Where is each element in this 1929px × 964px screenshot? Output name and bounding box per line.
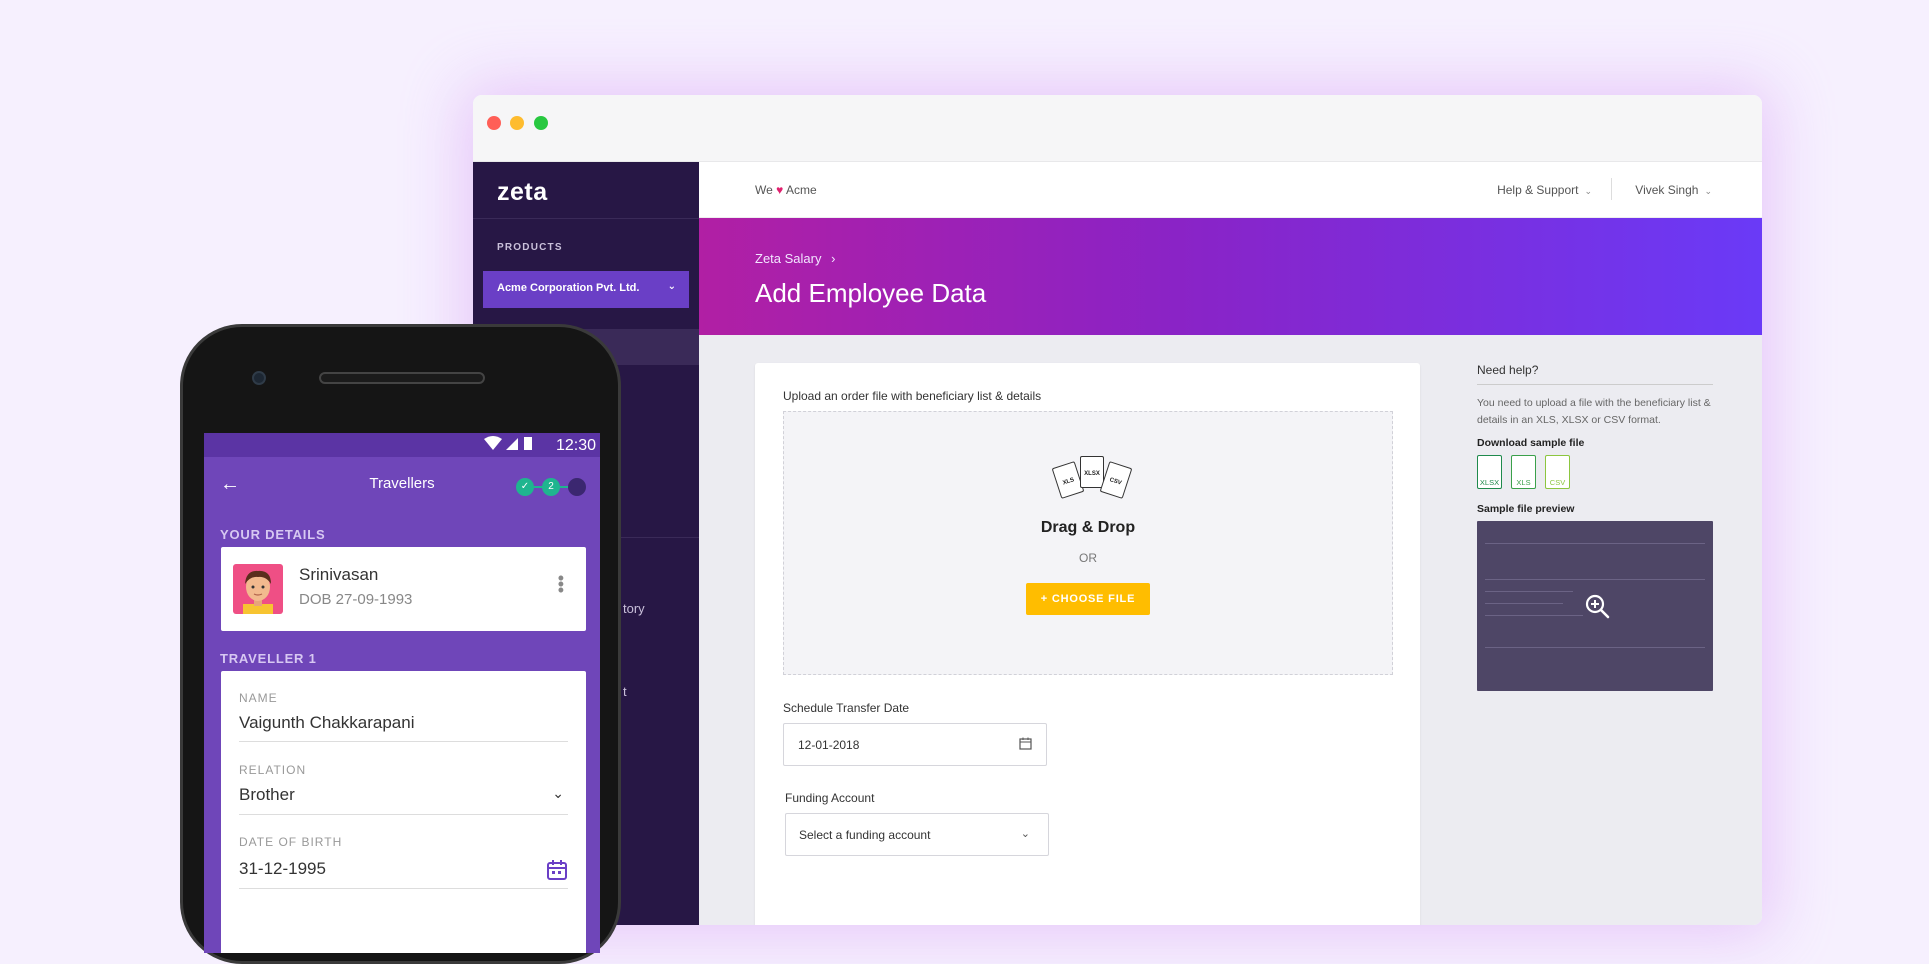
- step-indicator: ✓ 2: [516, 477, 586, 497]
- breadcrumb-item: Zeta Salary: [755, 251, 822, 266]
- csv-sample-download[interactable]: CSV: [1545, 455, 1570, 489]
- help-support-menu[interactable]: Help & Support ⌄: [1497, 183, 1592, 197]
- company-name: Acme Corporation Pvt. Ltd.: [497, 282, 640, 294]
- status-icons: 12:30: [482, 435, 596, 455]
- user-menu[interactable]: Vivek Singh ⌄: [1635, 183, 1712, 197]
- close-window-button[interactable]: [487, 116, 501, 130]
- sidebar-item-partial[interactable]: t: [623, 684, 627, 699]
- step-complete-check-icon: ✓: [516, 478, 534, 496]
- acme-text: Acme: [785, 183, 817, 197]
- company-selector[interactable]: Acme Corporation Pvt. Ltd. ⌄: [483, 271, 689, 308]
- or-text: OR: [1079, 551, 1097, 565]
- download-sample-label: Download sample file: [1477, 437, 1585, 449]
- products-section-label: PRODUCTS: [497, 242, 563, 253]
- front-camera: [252, 371, 266, 385]
- xlsx-file-icon: XLSX: [1080, 456, 1104, 488]
- clock-time: 12:30: [555, 437, 596, 454]
- divider: [239, 814, 568, 815]
- avatar: [233, 564, 283, 614]
- we-text: We: [755, 183, 773, 197]
- schedule-date-field[interactable]: 12-01-2018: [783, 723, 1047, 766]
- more-options-icon[interactable]: • • •: [558, 569, 564, 599]
- xls-sample-download[interactable]: XLS: [1511, 455, 1536, 489]
- funding-account-label: Funding Account: [785, 791, 875, 805]
- zoom-in-icon[interactable]: [1584, 593, 1610, 619]
- minimize-window-button[interactable]: [510, 116, 524, 130]
- divider: [473, 218, 699, 219]
- file-types-icon: XLS XLSX CSV: [1051, 456, 1133, 502]
- main-content: Upload an order file with beneficiary li…: [699, 335, 1762, 925]
- relation-label: RELATION: [239, 763, 307, 777]
- maximize-window-button[interactable]: [534, 116, 548, 130]
- dob-input[interactable]: 31-12-1995: [239, 859, 326, 879]
- chevron-down-icon[interactable]: ⌄: [552, 785, 564, 802]
- traveller-form: NAME Vaigunth Chakkarapani RELATION Brot…: [221, 671, 586, 953]
- schedule-date-value: 12-01-2018: [798, 738, 860, 752]
- file-dropzone[interactable]: XLS XLSX CSV Drag & Drop OR + CHOOSE FIL…: [783, 411, 1393, 675]
- help-panel: Need help? You need to upload a file wit…: [1477, 363, 1713, 691]
- phone-screen: 12:30 ← Travellers ✓ 2 YOUR DETAILS Srin…: [204, 433, 600, 953]
- zeta-logo[interactable]: zeta: [497, 178, 548, 207]
- app-bar: ← Travellers ✓ 2: [204, 457, 600, 513]
- breadcrumb[interactable]: Zeta Salary ›: [755, 251, 835, 266]
- person-card[interactable]: Srinivasan DOB 27-09-1993 • • •: [221, 547, 586, 631]
- traveller-heading: TRAVELLER 1: [220, 651, 317, 666]
- upload-card: Upload an order file with beneficiary li…: [755, 363, 1420, 925]
- help-description: You need to upload a file with the benef…: [1477, 397, 1711, 426]
- name-label: NAME: [239, 691, 278, 705]
- phone-device: 12:30 ← Travellers ✓ 2 YOUR DETAILS Srin…: [180, 324, 621, 964]
- person-name: Srinivasan: [299, 565, 379, 584]
- top-bar: We ♥ Acme Help & Support ⌄ Vivek Singh ⌄: [699, 162, 1762, 218]
- status-bar: 12:30: [204, 433, 600, 457]
- signal-wifi-battery-icon: [483, 436, 532, 450]
- need-help-title: Need help?: [1477, 363, 1713, 385]
- schedule-date-label: Schedule Transfer Date: [783, 701, 910, 715]
- choose-file-button[interactable]: + CHOOSE FILE: [1026, 583, 1150, 615]
- help-support-label: Help & Support: [1497, 183, 1579, 197]
- funding-account-select[interactable]: Select a funding account ⌄: [785, 813, 1049, 856]
- sidebar-item-partial[interactable]: tory: [623, 601, 645, 616]
- title-bar: [473, 95, 1762, 162]
- step-current: 2: [542, 478, 560, 496]
- name-input[interactable]: Vaigunth Chakkarapani: [239, 713, 414, 733]
- page-header: Zeta Salary › Add Employee Data: [699, 218, 1762, 335]
- upload-label: Upload an order file with beneficiary li…: [783, 389, 1042, 403]
- chevron-down-icon: ⌄: [1704, 186, 1712, 196]
- chevron-down-icon: ⌄: [667, 281, 676, 292]
- funding-account-placeholder: Select a funding account: [799, 828, 931, 842]
- calendar-icon[interactable]: [1019, 737, 1032, 750]
- sample-preview-label: Sample file preview: [1477, 503, 1575, 515]
- divider: [1611, 178, 1612, 200]
- person-dob: DOB 27-09-1993: [299, 591, 413, 608]
- xlsx-sample-download[interactable]: XLSX: [1477, 455, 1502, 489]
- dob-label: DATE OF BIRTH: [239, 835, 343, 849]
- we-love-acme: We ♥ Acme: [755, 183, 817, 197]
- browser-window: zeta PRODUCTS Acme Corporation Pvt. Ltd.…: [473, 95, 1762, 925]
- calendar-icon[interactable]: [546, 859, 568, 881]
- chevron-down-icon: ⌄: [1020, 828, 1030, 840]
- phone-speaker: [319, 372, 485, 384]
- csv-file-icon: CSV: [1099, 461, 1133, 499]
- relation-select[interactable]: Brother: [239, 785, 295, 805]
- person-avatar-icon: [243, 570, 273, 614]
- your-details-heading: YOUR DETAILS: [220, 527, 326, 542]
- step-pending: [568, 478, 586, 496]
- divider: [239, 741, 568, 742]
- heart-icon: ♥: [776, 183, 784, 197]
- sample-file-preview[interactable]: [1477, 521, 1713, 691]
- chevron-down-icon: ⌄: [1584, 186, 1592, 196]
- divider: [239, 888, 568, 889]
- drag-drop-text: Drag & Drop: [1040, 519, 1136, 536]
- sample-files: XLSX XLS CSV: [1477, 455, 1713, 493]
- page-title: Add Employee Data: [755, 278, 987, 308]
- chevron-right-icon: ›: [831, 251, 836, 266]
- user-name: Vivek Singh: [1635, 183, 1699, 197]
